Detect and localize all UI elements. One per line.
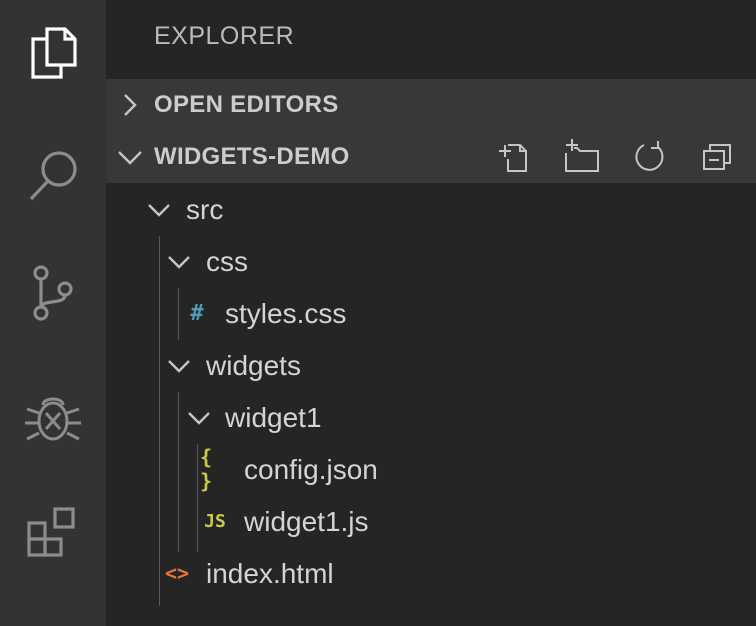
search-icon[interactable]	[0, 124, 106, 230]
tree-item-index-html[interactable]: <> index.html	[106, 548, 756, 600]
tree-item-widget1-folder[interactable]: widget1	[106, 392, 756, 444]
explorer-toolbar	[494, 137, 738, 177]
source-control-icon[interactable]	[0, 240, 106, 346]
chevron-right-icon	[116, 91, 144, 119]
chevron-down-icon	[166, 250, 192, 274]
tree-item-label: widget1.js	[244, 506, 369, 537]
new-folder-icon[interactable]	[562, 137, 602, 177]
activity-bar	[0, 0, 106, 626]
new-file-icon[interactable]	[494, 137, 534, 177]
tree-item-styles-css[interactable]: # styles.css	[106, 288, 756, 340]
explorer-title: EXPLORER	[154, 22, 295, 50]
collapse-all-icon[interactable]	[698, 137, 738, 177]
workspace-header[interactable]: WIDGETS-DEMO	[106, 131, 756, 183]
open-editors-header[interactable]: OPEN EDITORS	[106, 79, 756, 131]
css-file-icon: #	[190, 300, 204, 326]
chevron-down-icon	[146, 198, 172, 222]
tree-item-label: styles.css	[225, 298, 347, 329]
explorer-sidebar: EXPLORER OPEN EDITORS WIDGETS-DEMO src c…	[106, 0, 756, 626]
html-file-icon: <>	[164, 561, 190, 585]
tree-item-label: widgets	[206, 350, 301, 381]
tree-item-src[interactable]: src	[106, 184, 756, 236]
tree-item-label: src	[186, 194, 224, 225]
tree-item-label: widget1	[225, 402, 322, 433]
json-file-icon: { }	[200, 445, 213, 493]
tree-item-label: index.html	[206, 558, 334, 589]
open-editors-label: OPEN EDITORS	[154, 91, 339, 118]
tree-item-config-json[interactable]: { } config.json	[106, 444, 756, 496]
tree-item-css[interactable]: css	[106, 236, 756, 288]
extensions-icon[interactable]	[0, 480, 106, 586]
chevron-down-icon	[186, 406, 212, 430]
refresh-icon[interactable]	[630, 137, 670, 177]
chevron-down-icon	[116, 143, 144, 171]
js-file-icon: JS	[204, 510, 226, 532]
workspace-label: WIDGETS-DEMO	[154, 143, 350, 170]
files-icon[interactable]	[0, 0, 106, 106]
tree-item-widget1-js[interactable]: JS widget1.js	[106, 496, 756, 548]
tree-item-widgets[interactable]: widgets	[106, 340, 756, 392]
chevron-down-icon	[166, 354, 192, 378]
tree-item-label: css	[206, 246, 248, 277]
debug-icon[interactable]	[0, 362, 106, 468]
tree-item-label: config.json	[244, 454, 378, 485]
